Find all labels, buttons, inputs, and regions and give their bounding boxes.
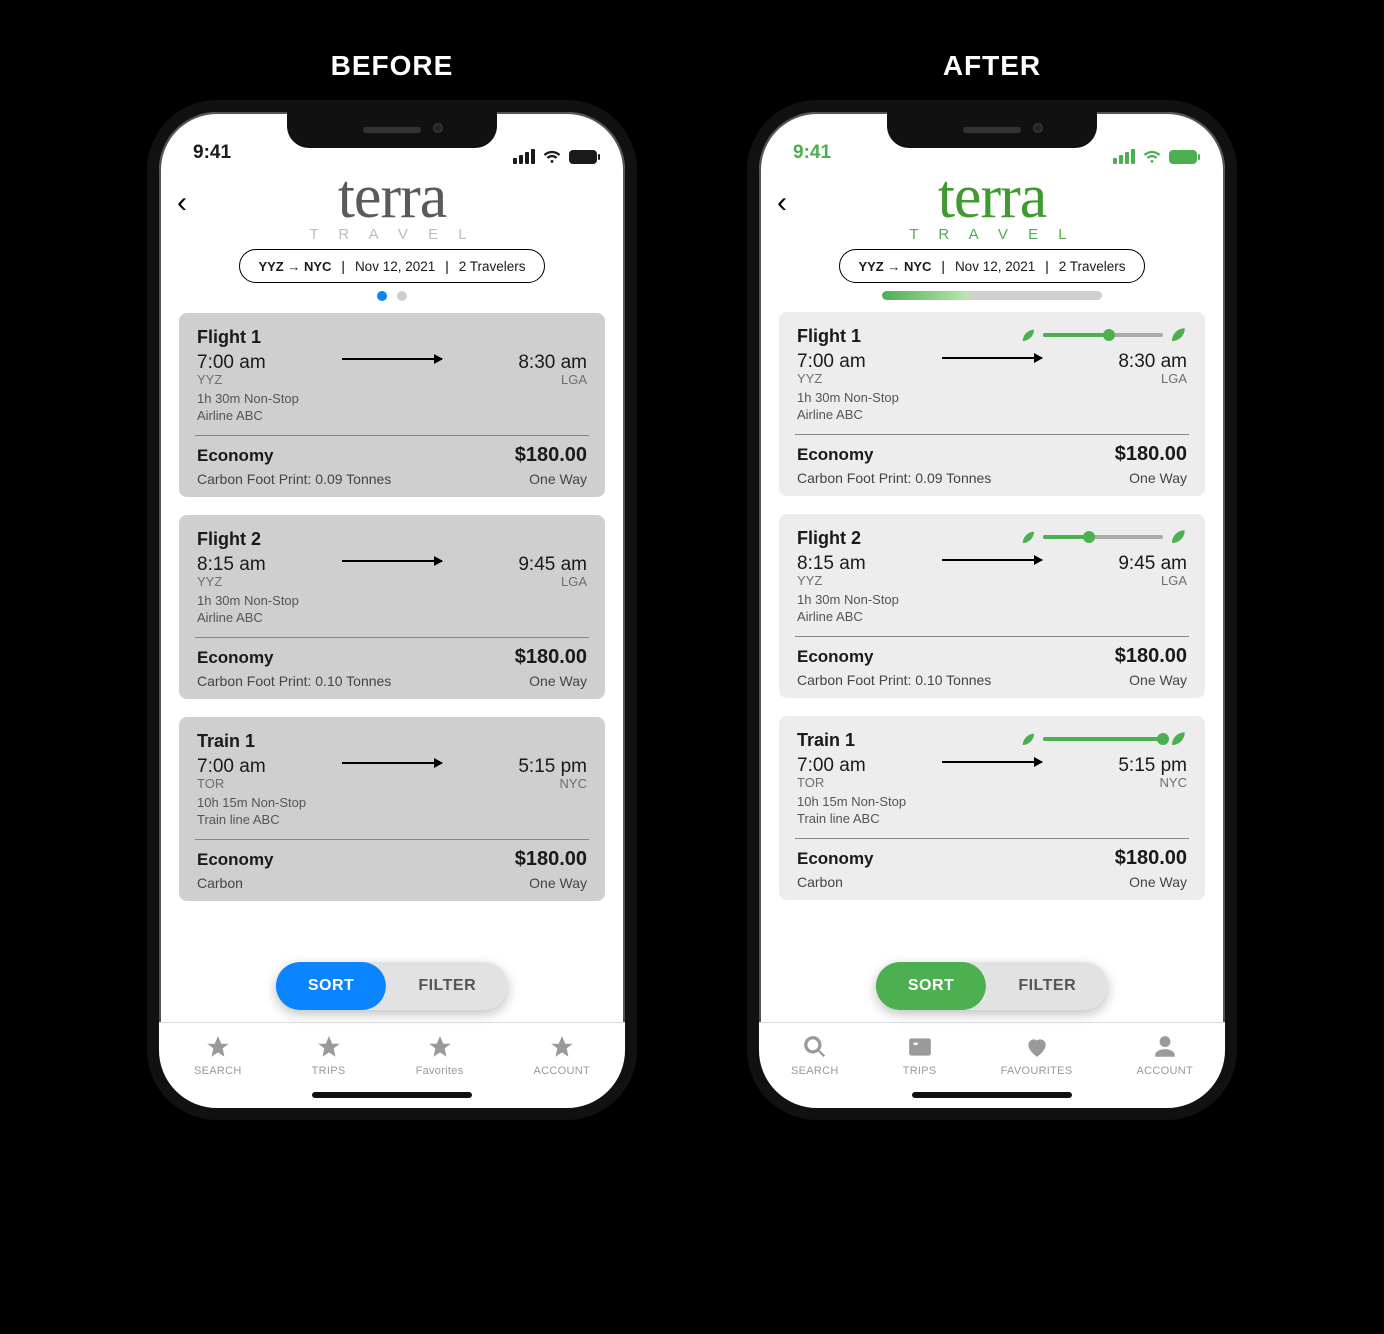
tab-trips[interactable]: TRIPS xyxy=(312,1033,346,1077)
leaf-small-icon xyxy=(1019,730,1037,748)
filter-button[interactable]: FILTER xyxy=(386,962,508,1010)
phone-after: 9:41 ‹ terra T R A V E L YYZ → NYC | Nov… xyxy=(747,100,1237,1120)
eco-slider xyxy=(1019,326,1187,344)
before-label: BEFORE xyxy=(331,50,454,82)
back-button[interactable]: ‹ xyxy=(777,186,787,220)
route-summary-pill[interactable]: YYZ → NYC | Nov 12, 2021 | 2 Travelers xyxy=(239,249,544,283)
notch xyxy=(287,112,497,148)
leaf-icon xyxy=(1169,326,1187,344)
wifi-icon xyxy=(543,150,561,164)
home-indicator xyxy=(312,1092,472,1098)
filter-button[interactable]: FILTER xyxy=(986,962,1108,1010)
result-card[interactable]: Flight 2 8:15 amYYZ 9:45 amLGA 1h 30m No… xyxy=(179,515,605,699)
results-list[interactable]: Flight 1 7:00 amYYZ 8:30 amLGA 1h 30m No… xyxy=(159,307,625,1027)
phone-before: 9:41 ‹ terra T R A V E L YYZ → NYC | Nov… xyxy=(147,100,637,1120)
status-time: 9:41 xyxy=(793,142,831,164)
home-indicator xyxy=(912,1092,1072,1098)
route-arrow-icon xyxy=(342,560,442,562)
brand-name: terra xyxy=(309,170,474,226)
eco-slider xyxy=(1019,528,1187,546)
brand-name: terra xyxy=(909,170,1074,226)
route-arrow-icon xyxy=(942,357,1042,359)
signal-icon xyxy=(1113,149,1135,164)
ticket-icon xyxy=(906,1033,934,1061)
tab-account[interactable]: ACCOUNT xyxy=(1136,1033,1193,1077)
leaf-small-icon xyxy=(1019,326,1037,344)
star-icon xyxy=(315,1033,343,1061)
tab-favourites[interactable]: FAVOURITES xyxy=(1001,1033,1073,1077)
route-arrow-icon xyxy=(942,761,1042,763)
tab-search[interactable]: SEARCH xyxy=(791,1033,839,1077)
battery-icon xyxy=(1169,150,1197,164)
brand-logo: terra T R A V E L xyxy=(909,170,1074,241)
person-icon xyxy=(1151,1033,1179,1061)
brand-logo: terra T R A V E L xyxy=(309,170,474,241)
search-icon xyxy=(801,1033,829,1061)
route-arrow-icon xyxy=(342,762,442,764)
route-arrow-icon xyxy=(342,358,442,360)
result-card[interactable]: Flight 2 8:15 amYYZ 9:45 amLGA 1h 30m No… xyxy=(779,514,1205,698)
wifi-icon xyxy=(1143,150,1161,164)
app-header: ‹ terra T R A V E L xyxy=(759,168,1225,241)
result-title: Flight 1 xyxy=(197,327,587,348)
result-card[interactable]: Train 1 7:00 amTOR 5:15 pmNYC 10h 15m No… xyxy=(179,717,605,901)
page-dots xyxy=(159,291,625,301)
tab-trips[interactable]: TRIPS xyxy=(903,1033,937,1077)
after-column: AFTER 9:41 ‹ terra T R A V E L xyxy=(747,50,1237,1120)
star-icon xyxy=(426,1033,454,1061)
star-icon xyxy=(548,1033,576,1061)
back-button[interactable]: ‹ xyxy=(177,186,187,220)
tab-account[interactable]: ACCOUNT xyxy=(534,1033,591,1077)
leaf-icon xyxy=(1169,528,1187,546)
sort-filter-pill: SORT FILTER xyxy=(276,962,508,1010)
battery-icon xyxy=(569,150,597,164)
sort-filter-pill: SORT FILTER xyxy=(876,962,1108,1010)
leaf-small-icon xyxy=(1019,528,1037,546)
result-card[interactable]: Flight 1 7:00 amYYZ 8:30 amLGA 1h 30m No… xyxy=(179,313,605,497)
notch xyxy=(887,112,1097,148)
result-card[interactable]: Train 1 7:00 amTOR 5:15 pmNYC 10h 15m No… xyxy=(779,716,1205,900)
heart-icon xyxy=(1023,1033,1051,1061)
tab-favorites[interactable]: Favorites xyxy=(416,1033,464,1077)
results-list[interactable]: Flight 1 7:00 amYYZ 8:30 amLGA 1h 30m No… xyxy=(759,306,1225,1026)
status-time: 9:41 xyxy=(193,142,231,164)
result-card[interactable]: Flight 1 7:00 amYYZ 8:30 amLGA 1h 30m No… xyxy=(779,312,1205,496)
comparison-stage: BEFORE 9:41 ‹ terra T R A V E L xyxy=(0,20,1384,1150)
brand-sub: T R A V E L xyxy=(909,228,1074,242)
route-summary-pill[interactable]: YYZ → NYC | Nov 12, 2021 | 2 Travelers xyxy=(839,249,1144,283)
eco-slider xyxy=(1019,730,1187,748)
route-arrow-icon xyxy=(942,559,1042,561)
tab-search[interactable]: SEARCH xyxy=(194,1033,242,1077)
sort-button[interactable]: SORT xyxy=(876,962,986,1010)
signal-icon xyxy=(513,149,535,164)
brand-sub: T R A V E L xyxy=(309,228,474,242)
sort-button[interactable]: SORT xyxy=(276,962,386,1010)
after-label: AFTER xyxy=(943,50,1041,82)
eco-progress-bar xyxy=(882,291,1102,300)
before-column: BEFORE 9:41 ‹ terra T R A V E L xyxy=(147,50,637,1120)
star-icon xyxy=(204,1033,232,1061)
leaf-icon xyxy=(1169,730,1187,748)
app-header: ‹ terra T R A V E L xyxy=(159,168,625,241)
